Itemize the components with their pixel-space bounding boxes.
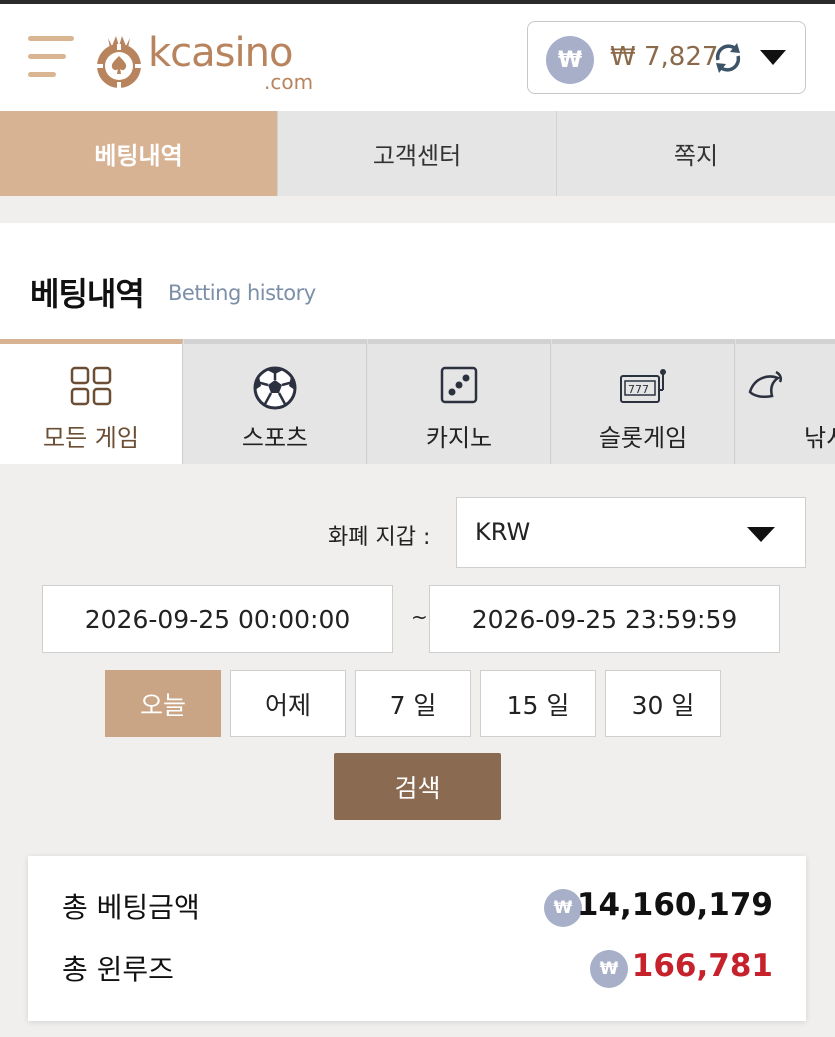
tab-betting-history[interactable]: 베팅내역 [0, 111, 278, 196]
date-to-input[interactable]: 2026-09-25 23:59:59 [429, 585, 780, 653]
currency-select[interactable]: KRW [456, 497, 806, 568]
game-category-tabs: 모든 게임 스포츠 카지노 777 슬롯게임 낚 [0, 339, 835, 464]
total-bet-value: 14,160,179 [576, 887, 773, 923]
poker-chip-logo-icon [97, 36, 141, 88]
date-from-input[interactable]: 2026-09-25 00:00:00 [42, 585, 393, 653]
tab-slot-games[interactable]: 777 슬롯게임 [552, 339, 735, 464]
period-yesterday-button[interactable]: 어제 [230, 670, 346, 737]
tab-all-games[interactable]: 모든 게임 [0, 339, 183, 464]
svg-text:777: 777 [628, 383, 649, 396]
top-nav: 베팅내역 고객센터 쪽지 [0, 111, 835, 196]
search-button[interactable]: 검색 [334, 753, 501, 820]
page-subtitle: Betting history [168, 281, 316, 305]
dice-icon [440, 366, 478, 404]
tab-sports[interactable]: 스포츠 [184, 339, 367, 464]
chevron-down-icon[interactable] [760, 50, 786, 65]
grid-icon [70, 366, 112, 406]
date-range-separator: ~ [411, 605, 428, 629]
total-winloss-label: 총 윈루즈 [62, 953, 174, 986]
tab-fishing[interactable]: 낚시 [736, 339, 835, 464]
period-30days-button[interactable]: 30 일 [605, 670, 721, 737]
page-title: 베팅내역 [30, 275, 145, 313]
total-winloss-value: 166,781 [631, 948, 773, 984]
won-coin-icon: ₩ [546, 36, 594, 84]
chevron-down-icon [747, 527, 775, 542]
tab-label: 낚시 [804, 424, 835, 452]
currency-value: KRW [475, 518, 531, 546]
menu-icon[interactable] [28, 34, 76, 80]
tab-label: 카지노 [425, 424, 493, 452]
tab-label: 스포츠 [241, 424, 309, 452]
refresh-icon[interactable] [710, 40, 746, 76]
app-header: kcasino .com ₩ ₩ 7,827 [0, 4, 835, 111]
won-coin-icon: ₩ [590, 950, 628, 988]
balance-dropdown[interactable]: ₩ ₩ 7,827 [527, 21, 806, 94]
slot-machine-icon: 777 [620, 369, 666, 403]
tab-customer-center[interactable]: 고객센터 [278, 111, 557, 196]
section-header: 베팅내역 Betting history [0, 223, 835, 339]
total-bet-label: 총 베팅금액 [62, 891, 200, 924]
tab-messages[interactable]: 쪽지 [557, 111, 835, 196]
brand-logo[interactable]: kcasino .com [94, 26, 334, 94]
soccer-ball-icon [253, 366, 297, 410]
tab-label: 모든 게임 [43, 424, 139, 452]
currency-wallet-label: 화폐 지갑 : [328, 525, 431, 550]
period-15days-button[interactable]: 15 일 [480, 670, 596, 737]
tab-label: 슬롯게임 [598, 424, 688, 452]
period-today-button[interactable]: 오늘 [105, 670, 221, 737]
summary-panel: 총 베팅금액 ₩ 14,160,179 총 윈루즈 ₩ 166,781 [28, 856, 806, 1021]
brand-suffix: .com [264, 70, 314, 94]
fish-icon [748, 370, 783, 399]
tab-casino[interactable]: 카지노 [368, 339, 551, 464]
balance-amount: ₩ 7,827 [610, 42, 719, 72]
period-7days-button[interactable]: 7 일 [355, 670, 471, 737]
